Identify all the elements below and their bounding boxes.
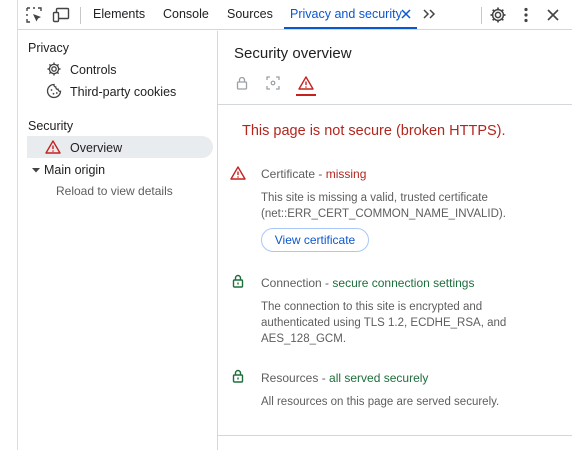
certificate-description: This site is missing a valid, trusted ce…: [261, 192, 506, 220]
close-devtools-icon[interactable]: [544, 6, 562, 24]
certificate-status: missing: [325, 167, 367, 181]
tab-sources[interactable]: Sources: [227, 0, 273, 29]
lock-icon: [232, 274, 244, 288]
sidebar-item-controls[interactable]: Controls: [70, 63, 117, 77]
resources-description: All resources on this page are served se…: [261, 396, 500, 408]
settings-icon[interactable]: [489, 6, 507, 24]
close-icon[interactable]: [399, 7, 413, 21]
certificate-title: Certificate - missing: [261, 167, 366, 181]
connection-separator: -: [321, 276, 333, 290]
controls-icon: [47, 62, 61, 76]
inspect-element-icon[interactable]: [25, 6, 43, 24]
cookie-icon: [46, 83, 62, 99]
security-sidebar: Privacy Controls Third-party cookies Sec…: [18, 31, 217, 450]
sidebar-item-third-party-cookies[interactable]: Third-party cookies: [70, 85, 176, 99]
tab-console[interactable]: Console: [163, 0, 209, 29]
sidebar-item-main-origin[interactable]: Main origin: [44, 163, 105, 177]
connection-title: Connection - secure connection settings: [261, 276, 474, 290]
resources-separator: -: [318, 371, 330, 385]
page-title: Security overview: [234, 45, 352, 62]
connection-label: Connection: [261, 276, 322, 290]
privacy-heading: Privacy: [28, 41, 69, 55]
info-icon: [266, 76, 280, 90]
devtools-toolbar: Elements Console Sources Privacy and sec…: [18, 0, 572, 30]
resources-status: all served securely: [329, 371, 429, 385]
resources-title: Resources - all served securely: [261, 371, 428, 385]
warning-icon: [298, 76, 314, 90]
resources-label: Resources: [261, 371, 319, 385]
active-tab-indicator: [284, 27, 417, 29]
security-heading: Security: [28, 119, 74, 133]
security-state-indicator: [296, 94, 316, 96]
expand-arrow-icon[interactable]: [28, 162, 44, 178]
toolbar-separator: [80, 7, 81, 24]
security-overview-panel: Security overview This page is not secur…: [218, 31, 572, 450]
certificate-label: Certificate: [261, 167, 316, 181]
more-tabs-icon[interactable]: [421, 7, 437, 21]
header-divider: [218, 104, 572, 105]
toolbar-separator: [481, 7, 482, 24]
lock-icon: [232, 369, 244, 383]
tab-privacy-and-security[interactable]: Privacy and security: [290, 0, 402, 29]
certificate-separator: -: [315, 167, 326, 181]
warning-icon: [45, 140, 61, 154]
warning-icon: [230, 166, 246, 180]
bottom-divider: [218, 435, 572, 436]
kebab-menu-icon[interactable]: [517, 6, 535, 24]
connection-description: The connection to this site is encrypted…: [261, 301, 507, 345]
tab-elements[interactable]: Elements: [93, 0, 145, 29]
connection-status: secure connection settings: [332, 276, 475, 290]
lock-icon: [236, 76, 248, 90]
device-toolbar-icon[interactable]: [52, 6, 70, 24]
view-certificate-button[interactable]: View certificate: [261, 228, 369, 252]
security-summary: This page is not secure (broken HTTPS).: [242, 123, 506, 139]
sidebar-item-overview[interactable]: Overview: [70, 141, 122, 155]
reload-hint: Reload to view details: [56, 184, 173, 198]
